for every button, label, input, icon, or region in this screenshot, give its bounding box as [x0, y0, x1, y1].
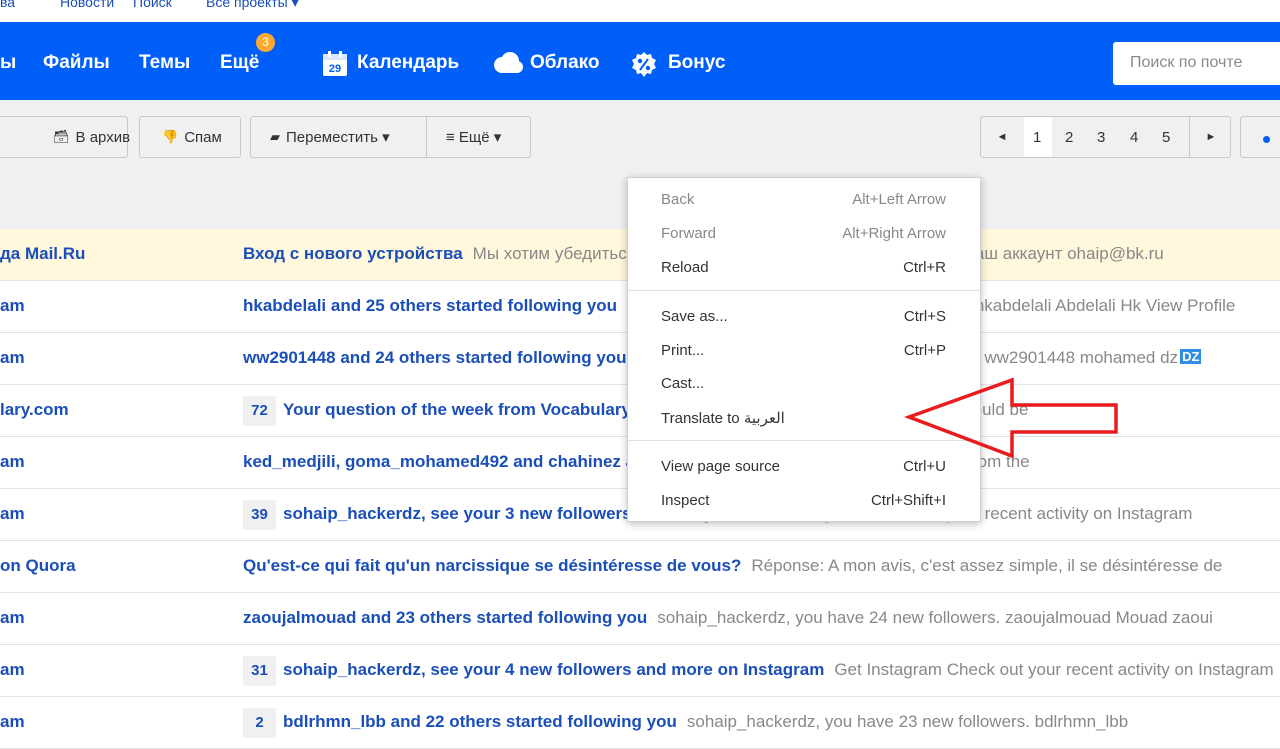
red-outline-arrow-icon — [903, 377, 1118, 459]
